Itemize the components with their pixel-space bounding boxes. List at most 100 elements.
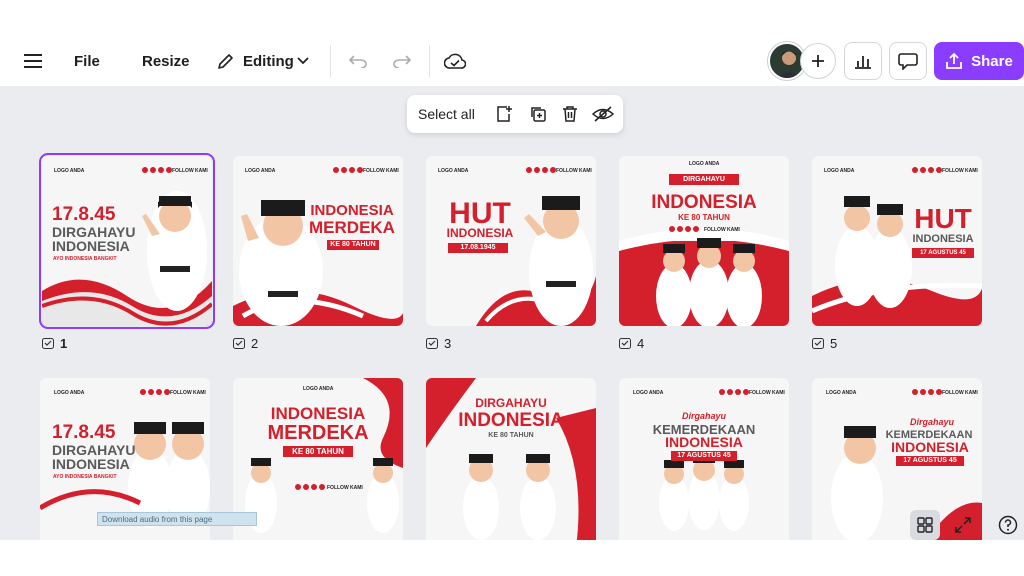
figure-group	[656, 238, 762, 326]
insights-button[interactable]	[844, 42, 882, 80]
page-thumbnail-3[interactable]: LOGO ANDA FOLLOW KAMI HUT INDONESIA 17.0…	[426, 156, 596, 326]
resize-button[interactable]: Resize	[142, 36, 190, 86]
page-thumbnail-9[interactable]: LOGO ANDA FOLLOW KAMI Dirgahayu KEMERDEK…	[619, 378, 789, 540]
page-label: 5	[812, 336, 837, 351]
design-subtext: AYO INDONESIA BANGKIT	[53, 256, 117, 262]
toolbar-divider	[330, 45, 331, 77]
social-icons	[142, 167, 172, 173]
cloud-check-icon[interactable]	[442, 48, 468, 74]
add-page-icon[interactable]	[493, 103, 515, 125]
canva-editor: File Resize Editing Share Select all LOG…	[0, 0, 1024, 576]
share-icon	[946, 52, 963, 69]
follow-text: FOLLOW KAMI	[172, 168, 208, 174]
design-headline: INDONESIA	[651, 192, 757, 213]
pages-grid-view: Select all LOGO ANDA FOLLOW KAMI 17.8.45…	[0, 86, 1024, 540]
page-label: 3	[426, 336, 451, 351]
logo-text: LOGO ANDA	[633, 390, 664, 396]
page-comment-icon	[233, 337, 245, 349]
hide-icon[interactable]	[592, 103, 614, 125]
chevron-down-icon[interactable]	[290, 48, 316, 74]
help-icon[interactable]	[993, 510, 1023, 540]
page-thumbnail-1[interactable]: LOGO ANDA FOLLOW KAMI 17.8.45 DIRGAHAYU …	[39, 153, 215, 329]
page-comment-icon	[812, 337, 824, 349]
undo-icon[interactable]	[345, 48, 371, 74]
share-button[interactable]: Share	[934, 42, 1024, 80]
select-all-button[interactable]: Select all	[418, 95, 475, 133]
social-icons	[719, 389, 749, 395]
selection-toolbar: Select all	[407, 95, 623, 133]
design-headline: 17.8.45	[52, 422, 116, 443]
logo-text: LOGO ANDA	[54, 390, 85, 396]
design-subtext: KE 80 TAHUN	[488, 432, 534, 439]
design-ribbon: 17 AGUSTUS 45	[671, 451, 737, 461]
design-headline: DIRGAHAYU	[475, 396, 547, 410]
design-headline: Dirgahayu	[909, 417, 954, 427]
page-thumbnail-5[interactable]: LOGO ANDA FOLLOW KAMI HUT INDONESIA 17 A…	[812, 156, 982, 326]
design-subtext: KE 80 TAHUN	[678, 213, 730, 222]
page-number: 1	[60, 336, 68, 351]
toolbar-divider	[429, 45, 430, 77]
page-thumbnail-7[interactable]: LOGO ANDA INDONESIA MERDEKA KE 80 TAHUN …	[233, 378, 403, 540]
design-headline: HUT	[914, 203, 972, 234]
page-label: 4	[619, 336, 644, 351]
follow-text: FOLLOW KAMI	[327, 485, 363, 491]
logo-text: LOGO ANDA	[826, 390, 857, 396]
design-headline: MERDEKA	[267, 422, 369, 444]
follow-text: FOLLOW KAMI	[942, 168, 978, 174]
design-ribbon: DIRGAHAYU	[669, 174, 739, 185]
logo-text: LOGO ANDA	[438, 168, 469, 174]
editing-mode-label[interactable]: Editing	[243, 36, 294, 86]
page-number: 2	[251, 336, 259, 351]
page-comment-icon	[426, 337, 438, 349]
share-label: Share	[971, 52, 1013, 70]
invite-button[interactable]	[800, 43, 836, 79]
pencil-icon	[213, 48, 239, 74]
page-number: 3	[444, 336, 452, 351]
social-icons	[912, 167, 942, 173]
design-headline: INDONESIA	[912, 233, 974, 245]
design-ribbon: 17 AGUSTUS 45	[896, 456, 964, 466]
design-headline: INDONESIA	[270, 404, 366, 423]
design-headline: INDONESIA	[310, 202, 394, 219]
design-headline: HUT	[449, 197, 511, 230]
page-thumbnail-4[interactable]: LOGO ANDA DIRGAHAYU INDONESIA KE 80 TAHU…	[619, 156, 789, 326]
follow-text: FOLLOW KAMI	[363, 168, 399, 174]
redo-icon[interactable]	[389, 48, 415, 74]
follow-text: FOLLOW KAMI	[942, 390, 978, 396]
page-label: 1	[42, 336, 67, 351]
follow-text: FOLLOW KAMI	[556, 168, 592, 174]
grid-view-icon[interactable]	[910, 510, 940, 540]
follow-text: FOLLOW KAMI	[749, 390, 785, 396]
social-icons	[140, 389, 170, 395]
download-audio-label: Download audio from this page	[102, 514, 213, 524]
design-headline: Dirgahayu	[681, 411, 726, 421]
trash-icon[interactable]	[559, 103, 581, 125]
logo-text: LOGO ANDA	[54, 168, 85, 174]
chart-icon	[855, 56, 871, 69]
design-headline: INDONESIA	[52, 456, 130, 472]
plus-icon	[812, 55, 824, 67]
follow-text: FOLLOW KAMI	[170, 390, 206, 396]
page-thumbnail-2[interactable]: LOGO ANDA FOLLOW KAMI INDONESIA MERDEKA …	[233, 156, 403, 326]
page-comment-icon	[619, 337, 631, 349]
comment-icon	[898, 53, 918, 70]
design-ribbon: 17.08.1945	[448, 243, 508, 253]
social-icons	[526, 167, 556, 173]
page-thumbnail-8[interactable]: DIRGAHAYU INDONESIA KE 80 TAHUN	[426, 378, 596, 540]
logo-text: LOGO ANDA	[245, 168, 276, 174]
comments-button[interactable]	[889, 42, 927, 80]
menu-icon[interactable]	[20, 48, 46, 74]
social-icons	[295, 484, 325, 490]
page-number: 4	[637, 336, 645, 351]
fullscreen-icon[interactable]	[948, 510, 978, 540]
design-headline: INDONESIA	[52, 238, 130, 254]
page-comment-icon	[42, 337, 54, 349]
design-headline: INDONESIA	[891, 439, 969, 455]
download-audio-bar[interactable]: Download audio from this page	[97, 512, 257, 526]
file-menu[interactable]: File	[74, 36, 100, 86]
design-ribbon: 17 AGUSTUS 45	[912, 248, 974, 258]
duplicate-icon[interactable]	[527, 103, 549, 125]
social-icons	[669, 226, 699, 232]
page-label: 2	[233, 336, 258, 351]
logo-text: LOGO ANDA	[303, 386, 334, 392]
